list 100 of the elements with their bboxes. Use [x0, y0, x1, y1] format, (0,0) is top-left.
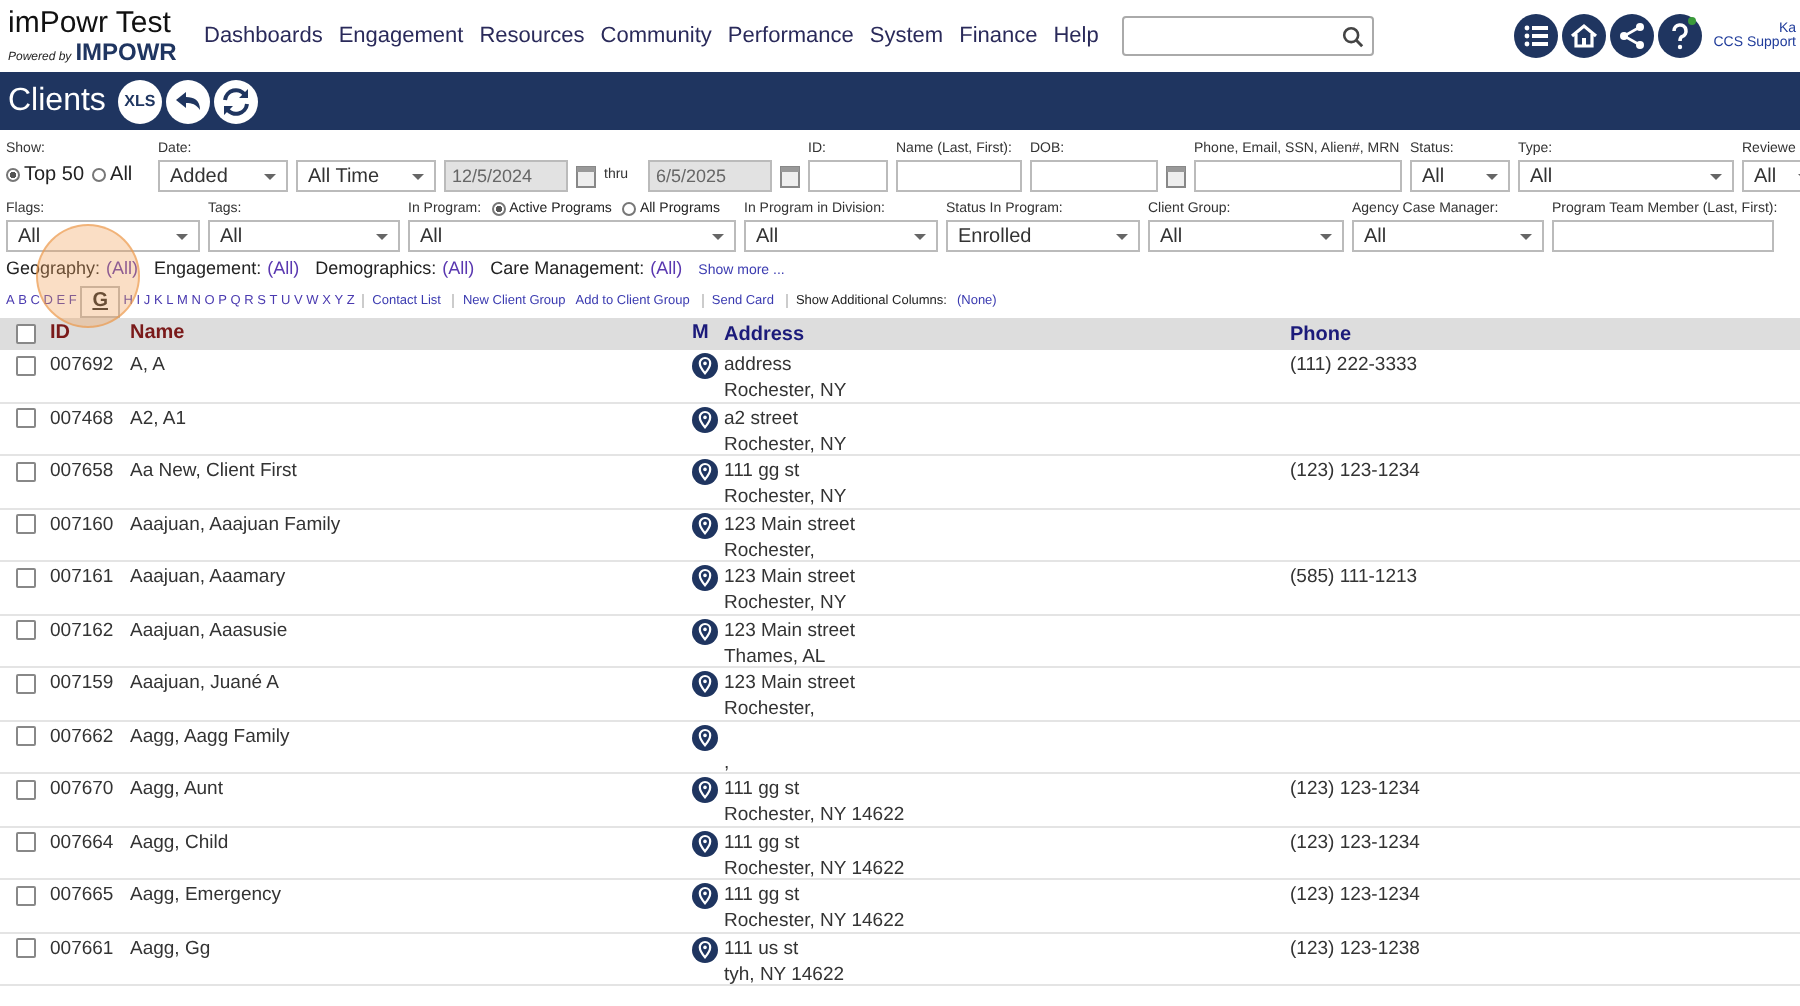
category-filter-link[interactable]: (All) [267, 258, 300, 278]
dropdown-select[interactable]: Added [158, 160, 288, 192]
dropdown-select[interactable]: All [1518, 160, 1734, 192]
app-title: imPowr Test [8, 5, 173, 39]
category-filter-link[interactable]: (All) [650, 258, 683, 278]
dropdown-select[interactable]: All [1352, 220, 1544, 252]
dropdown-select[interactable]: All [208, 220, 400, 252]
nav-menu-item[interactable]: Dashboards [204, 24, 323, 48]
help-icon[interactable] [1657, 14, 1702, 58]
caret-icon [412, 173, 424, 179]
row-checkbox[interactable] [16, 885, 36, 905]
address-city: Rochester, [724, 696, 817, 722]
text-input-field[interactable] [896, 160, 1022, 192]
calendar-icon[interactable] [576, 164, 596, 188]
address-street: address [724, 352, 794, 378]
phone-cell: (111) 222-3333 [1290, 354, 1418, 376]
export-excel-button[interactable]: XLS [117, 79, 162, 123]
nav-menu-item[interactable]: System [869, 24, 944, 48]
client-id-cell: 007162 [50, 619, 114, 641]
category-filter-link[interactable]: (All) [106, 258, 139, 278]
row-checkbox[interactable] [16, 567, 36, 587]
dropdown-select[interactable]: All [1410, 160, 1510, 192]
radio-option[interactable]: All [92, 164, 133, 186]
nav-menu-item[interactable]: Finance [959, 24, 1038, 48]
row-checkbox[interactable] [16, 461, 36, 481]
date-field[interactable] [1030, 160, 1158, 192]
client-name-cell[interactable]: Aagg, Aagg Family [130, 725, 290, 747]
map-pin-icon[interactable] [692, 564, 718, 592]
nav-menu-item[interactable]: Engagement [338, 24, 464, 48]
client-name-cell[interactable]: Aa New, Client First [130, 460, 297, 482]
map-pin-icon[interactable] [692, 458, 718, 486]
column-header[interactable]: M [692, 318, 709, 350]
client-name-cell[interactable]: Aagg, Child [130, 831, 229, 853]
alphabet-letter-link[interactable]: G [80, 285, 120, 317]
row-checkbox[interactable] [16, 408, 36, 428]
dropdown-select[interactable]: All Time [296, 160, 436, 192]
client-name-cell[interactable]: Aagg, Gg [130, 937, 211, 959]
phone-cell: (123) 123-1234 [1290, 460, 1420, 482]
dropdown-select[interactable]: Enrolled [946, 220, 1140, 252]
client-name-cell[interactable]: A, A [130, 354, 165, 376]
client-name-cell[interactable]: Aaajuan, Aaamary [130, 566, 286, 588]
nav-menu-item[interactable]: Community [600, 24, 712, 48]
row-checkbox[interactable] [16, 726, 36, 746]
refresh-icon[interactable] [213, 79, 258, 123]
row-checkbox[interactable] [16, 355, 36, 375]
map-pin-icon[interactable] [692, 776, 718, 804]
client-id-cell: 007665 [50, 884, 114, 906]
map-pin-icon[interactable] [692, 511, 718, 539]
dropdown-select[interactable]: All [1148, 220, 1344, 252]
map-pin-icon[interactable] [692, 723, 718, 751]
home-icon[interactable] [1561, 14, 1606, 58]
text-input-field[interactable] [808, 160, 888, 192]
share-icon[interactable] [1609, 14, 1654, 58]
map-pin-icon[interactable] [692, 670, 718, 698]
map-pin-icon[interactable] [692, 405, 718, 433]
map-pin-icon[interactable] [692, 935, 718, 963]
category-filter-link[interactable]: (All) [442, 258, 475, 278]
list-icon[interactable] [1513, 14, 1558, 58]
phone-cell: (123) 123-1234 [1290, 831, 1420, 853]
column-header[interactable]: Address [724, 321, 1290, 347]
column-header[interactable]: Phone [1290, 323, 1352, 345]
nav-menu-item[interactable]: Help [1053, 24, 1099, 48]
map-pin-icon[interactable] [692, 352, 718, 380]
select-all-checkbox[interactable] [16, 324, 36, 344]
search-icon[interactable] [1342, 25, 1365, 47]
nav-menu-item[interactable]: Resources [479, 24, 585, 48]
brand-logo-text: IMPOWR [75, 39, 177, 63]
calendar-icon[interactable] [780, 164, 800, 188]
dropdown-select[interactable]: All [408, 220, 736, 252]
client-name-cell[interactable]: Aaajuan, Aaasusie [130, 619, 288, 641]
category-label: Engagement: [154, 258, 262, 278]
calendar-icon[interactable] [1166, 164, 1186, 188]
row-checkbox[interactable] [16, 673, 36, 693]
map-pin-icon[interactable] [692, 882, 718, 910]
phone-cell: (585) 111-1213 [1290, 566, 1418, 588]
nav-menu-item[interactable]: Performance [727, 24, 854, 48]
text-input-field[interactable] [1194, 160, 1402, 192]
row-checkbox[interactable] [16, 620, 36, 640]
caret-icon [1710, 173, 1722, 179]
client-name-cell[interactable]: Aagg, Aunt [130, 778, 223, 800]
client-name-cell[interactable]: Aaajuan, Aaajuan Family [130, 513, 341, 535]
client-name-cell[interactable]: Aaajuan, Juané A [130, 672, 279, 694]
dropdown-select[interactable]: All [6, 220, 200, 252]
dropdown-select[interactable]: All [1742, 160, 1800, 192]
map-pin-icon[interactable] [692, 829, 718, 857]
client-id-cell: 007161 [50, 566, 114, 588]
client-name-cell[interactable]: A2, A1 [130, 407, 186, 429]
radio-option[interactable]: Top 50 [6, 164, 85, 186]
client-name-cell[interactable]: Aagg, Emergency [130, 884, 282, 906]
row-checkbox[interactable] [16, 938, 36, 958]
column-header[interactable]: ID [50, 322, 70, 344]
row-checkbox[interactable] [16, 514, 36, 534]
search-field[interactable] [1122, 16, 1375, 56]
row-checkbox[interactable] [16, 832, 36, 852]
dropdown-select[interactable]: All [744, 220, 938, 252]
column-header[interactable]: Name [130, 322, 185, 344]
row-checkbox[interactable] [16, 779, 36, 799]
text-input-field[interactable] [1552, 220, 1774, 252]
map-pin-icon[interactable] [692, 617, 718, 645]
address-city: Thames, AL [724, 643, 828, 669]
